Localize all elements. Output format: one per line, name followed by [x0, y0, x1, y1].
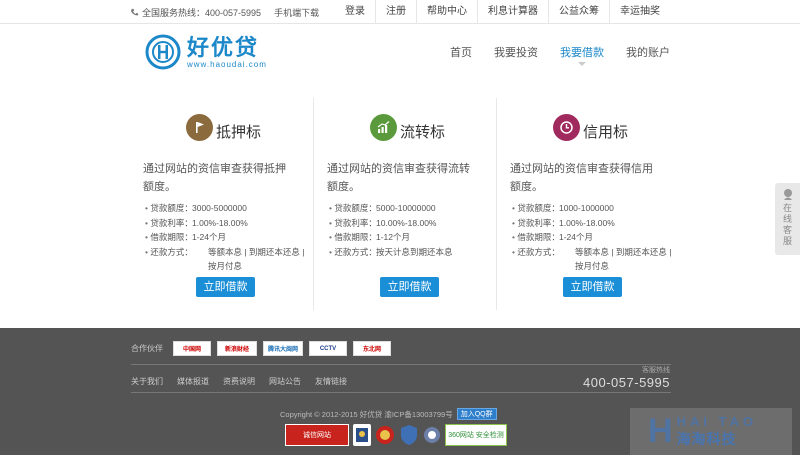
header: 好优贷 www.haoudai.com 首页 我要投资 我要借款 我的账户	[0, 24, 800, 84]
spec-rate: 贷款利率：10.00%-18.00%	[329, 216, 494, 231]
interest-calculator-link[interactable]: 利息计算器	[477, 0, 548, 24]
card-title: 信用标	[583, 124, 629, 141]
spec-rate: 贷款利率：1.00%-18.00%	[512, 216, 677, 231]
bar-chart-icon	[370, 113, 397, 141]
footer-link-about[interactable]: 关于我们	[131, 376, 163, 387]
trusted-site-badge[interactable]: 诚信网站	[285, 424, 349, 446]
footer-link-notices[interactable]: 网站公告	[269, 376, 301, 387]
spec-amount: 贷款额度：5000-10000000	[329, 201, 494, 216]
flag-icon	[186, 113, 213, 141]
logo-name: 好优贷	[187, 34, 260, 60]
copyright-text: Copyright © 2012-2015 好优贷 渝ICP备13003799号	[280, 409, 453, 419]
online-service-label: 在线客服	[782, 203, 792, 246]
card-description: 通过网站的资信审查获得抵押额度。	[143, 163, 286, 193]
help-center-link[interactable]: 帮助中心	[416, 0, 477, 24]
active-caret-icon	[578, 62, 586, 66]
card-description: 通过网站的资信审查获得信用额度。	[510, 163, 653, 193]
online-service-widget[interactable]: 在线客服	[775, 183, 800, 255]
partners-label: 合作伙伴	[131, 344, 163, 353]
footer-link-friends[interactable]: 友情链接	[315, 376, 347, 387]
spec-amount: 贷款额度：3000-5000000	[145, 201, 310, 216]
card-header: 信用标	[553, 112, 628, 142]
hotline-number: 400-057-5995	[583, 375, 670, 390]
card-header: 流转标	[370, 112, 445, 142]
nav-account[interactable]: 我的账户	[626, 44, 670, 60]
divider	[131, 392, 671, 393]
nav-home[interactable]: 首页	[450, 44, 472, 60]
service-hotline: 全国服务热线：400-057-5995 手机端下载	[130, 6, 319, 19]
card-description: 通过网站的资信审查获得流转额度。	[327, 163, 470, 193]
card-specs: 贷款额度：5000-10000000 贷款利率：10.00%-18.00% 借款…	[329, 201, 494, 259]
partner-logo[interactable]: 腾讯大闽网	[263, 341, 303, 356]
loan-card-mortgage: 抵押标 通过网站的资信审查获得抵押额度。 贷款额度：3000-5000000 贷…	[130, 98, 313, 310]
partner-logo[interactable]: 新浪财经	[217, 341, 257, 356]
loan-card-circulation: 流转标 通过网站的资信审查获得流转额度。 贷款额度：5000-10000000 …	[313, 98, 496, 310]
crowdfunding-link[interactable]: 公益众筹	[548, 0, 609, 24]
spec-amount: 贷款额度：1000-1000000	[512, 201, 677, 216]
spec-repayment: 还款方式：按天计息到期还本息	[329, 245, 494, 260]
security-scan-badge[interactable]: 360网站 安全检测	[445, 424, 507, 446]
watermark: H HAI TAO 海淘科技	[630, 408, 792, 455]
copyright: Copyright © 2012-2015 好优贷 渝ICP备13003799号…	[280, 408, 497, 420]
borrow-now-button[interactable]: 立即借款	[196, 277, 255, 297]
shield-badge-icon[interactable]	[399, 424, 419, 446]
footer-link-media[interactable]: 媒体报道	[177, 376, 209, 387]
watermark-logo-icon: H	[648, 412, 673, 450]
cyber-police-icon[interactable]	[423, 424, 441, 446]
spec-repayment: 还款方式：等额本息 | 到期还本还息 | 按月付息	[512, 245, 677, 274]
app-download-link[interactable]: 手机端下载	[274, 6, 319, 19]
watermark-en: HAI TAO	[676, 414, 758, 429]
card-title: 流转标	[400, 124, 446, 141]
card-title: 抵押标	[216, 124, 262, 141]
loan-card-credit: 信用标 通过网站的资信审查获得信用额度。 贷款额度：1000-1000000 贷…	[496, 98, 679, 310]
borrow-now-button[interactable]: 立即借款	[380, 277, 439, 297]
join-qq-group-button[interactable]: 加入QQ群	[456, 408, 497, 420]
logo-url: www.haoudai.com	[187, 59, 267, 69]
spec-term: 借款期限：1-24个月	[512, 230, 677, 245]
watermark-cn: 海淘科技	[676, 431, 737, 447]
borrow-now-button[interactable]: 立即借款	[563, 277, 622, 297]
card-specs: 贷款额度：1000-1000000 贷款利率：1.00%-18.00% 借款期限…	[512, 201, 677, 274]
lucky-draw-link[interactable]: 幸运抽奖	[609, 0, 670, 24]
spec-term: 借款期限：1-24个月	[145, 230, 310, 245]
loan-products: 抵押标 通过网站的资信审查获得抵押额度。 贷款额度：3000-5000000 贷…	[130, 98, 680, 310]
main-nav: 首页 我要投资 我要借款 我的账户	[450, 44, 670, 66]
site-logo[interactable]: 好优贷 www.haoudai.com	[145, 34, 267, 70]
national-emblem-icon[interactable]	[375, 424, 395, 446]
nav-borrow[interactable]: 我要借款	[560, 44, 604, 66]
phone-icon	[131, 8, 139, 16]
footer-link-fees[interactable]: 资费说明	[223, 376, 255, 387]
nav-borrow-label: 我要借款	[560, 47, 604, 59]
spec-repayment: 还款方式：等额本息 | 到期还本还息 | 按月付息	[145, 245, 310, 274]
trust-badges: 诚信网站 360网站 安全检测	[285, 424, 507, 446]
clock-icon	[553, 113, 580, 141]
partner-logo[interactable]: CCTV	[309, 341, 347, 356]
card-header: 抵押标	[186, 112, 261, 142]
headset-icon	[783, 189, 792, 200]
login-link[interactable]: 登录	[335, 0, 375, 24]
top-bar: 全国服务热线：400-057-5995 手机端下载 登录 注册 帮助中心 利息计…	[0, 0, 800, 24]
police-badge-icon[interactable]	[353, 424, 371, 446]
card-specs: 贷款额度：3000-5000000 贷款利率：1.00%-18.00% 借款期限…	[145, 201, 310, 274]
footer-links: 关于我们 媒体报道 资费说明 网站公告 友情链接	[131, 376, 347, 387]
partner-logo[interactable]: 东北网	[353, 341, 391, 356]
hotline-label: 客服热线	[642, 367, 670, 374]
nav-invest[interactable]: 我要投资	[494, 44, 538, 60]
footer-hotline: 客服热线 400-057-5995	[583, 365, 670, 390]
register-link[interactable]: 注册	[375, 0, 416, 24]
hotline-text: 全国服务热线：400-057-5995	[142, 8, 262, 18]
partners: 合作伙伴 中国网 新浪财经 腾讯大闽网 CCTV 东北网	[131, 341, 391, 356]
top-links: 登录 注册 帮助中心 利息计算器 公益众筹 幸运抽奖	[335, 0, 670, 24]
logo-mark-icon	[145, 34, 181, 70]
partner-logo[interactable]: 中国网	[173, 341, 211, 356]
spec-term: 借款期限：1-12个月	[329, 230, 494, 245]
spec-rate: 贷款利率：1.00%-18.00%	[145, 216, 310, 231]
